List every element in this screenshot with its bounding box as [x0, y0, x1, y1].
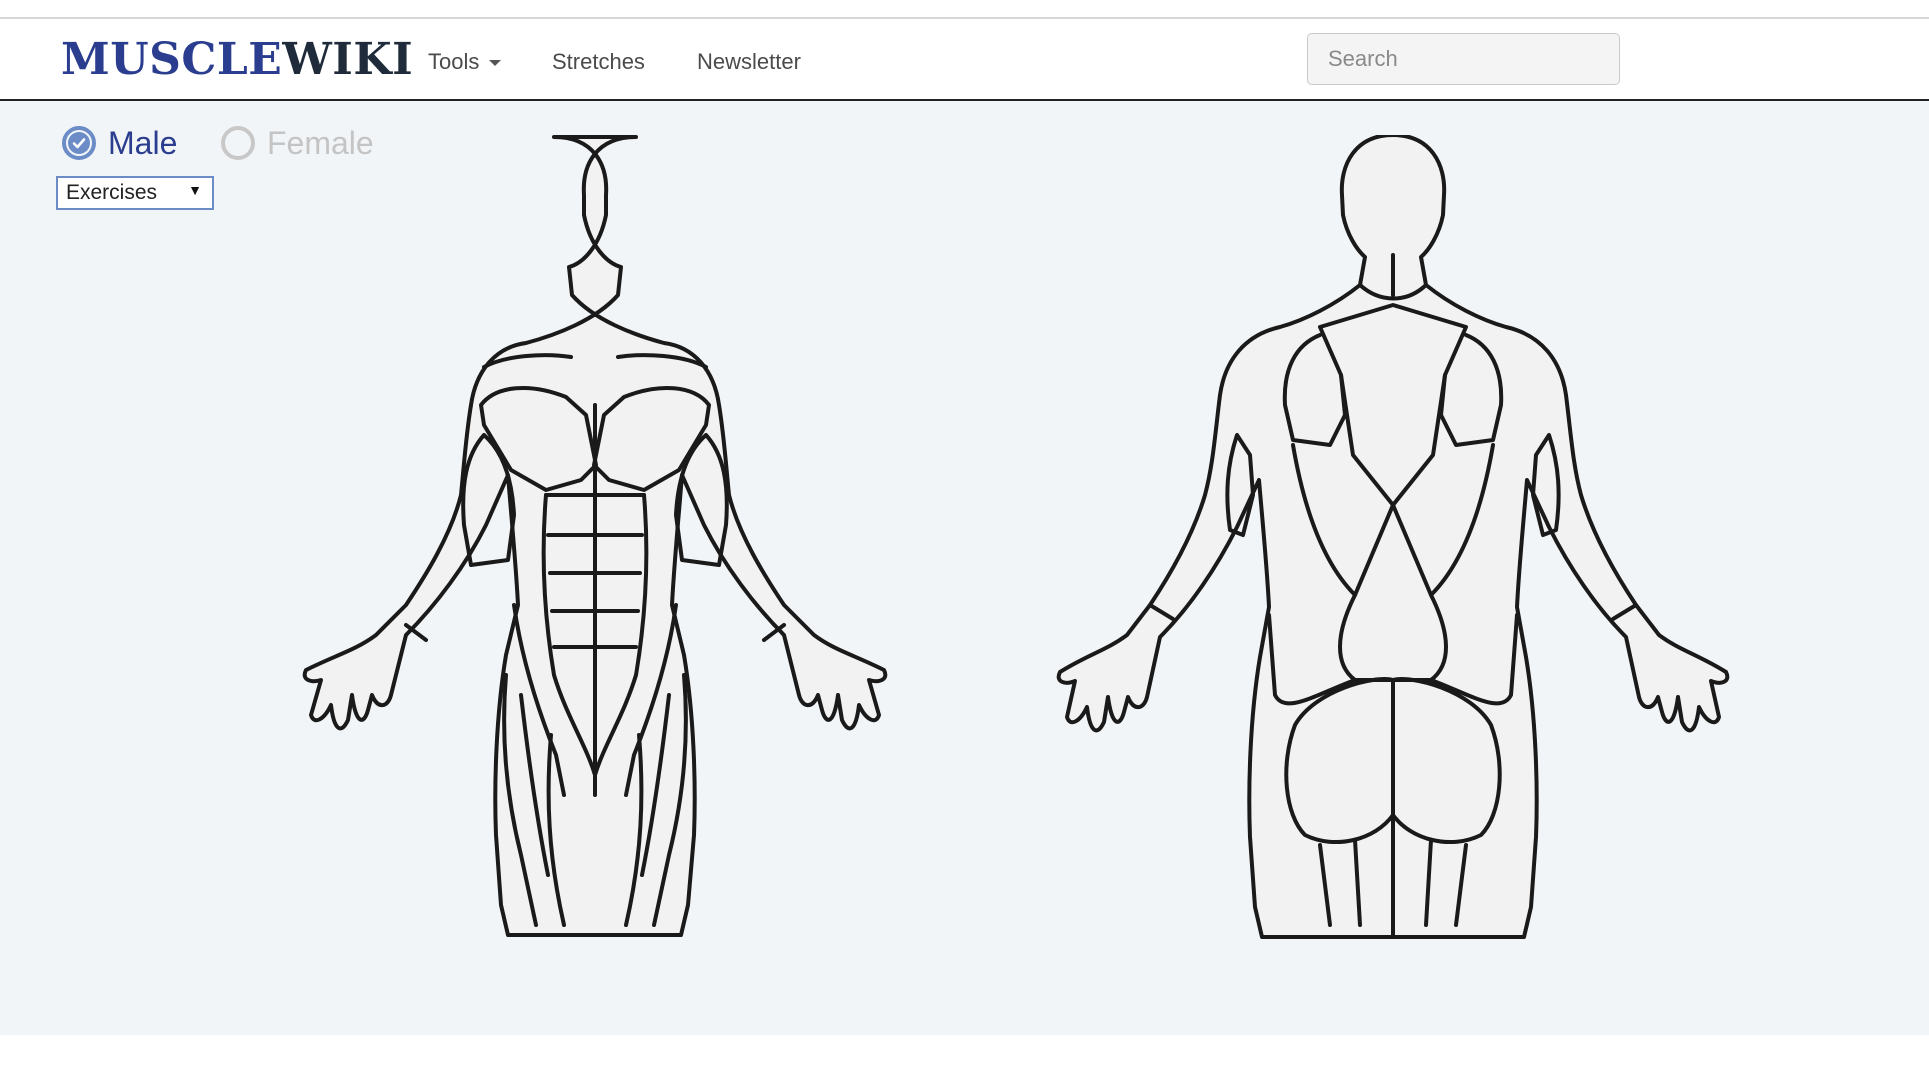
mode-select-value: Exercises — [66, 181, 158, 204]
body-front-figure — [302, 135, 888, 937]
caret-down-icon — [489, 60, 502, 67]
logo-part-wiki: WIKI — [282, 34, 414, 85]
empty-circle-icon — [221, 126, 255, 160]
muscle-map-area: Male Female Exercises ▼ — [0, 101, 1929, 1035]
search-input[interactable] — [1307, 33, 1620, 85]
gender-male-label: Male — [108, 125, 178, 161]
nav-tools-label: Tools — [428, 49, 480, 74]
navbar: MUSCLEWIKI Tools Stretches Newsletter — [0, 19, 1929, 101]
gender-radio-male[interactable]: Male — [62, 123, 177, 163]
caret-down-icon: ▼ — [188, 182, 202, 198]
mode-select[interactable]: Exercises ▼ — [56, 176, 214, 210]
body-back-figure — [1056, 135, 1730, 939]
nav-newsletter-link[interactable]: Newsletter — [697, 48, 801, 76]
site-logo[interactable]: MUSCLEWIKI — [61, 37, 413, 83]
check-circle-icon — [62, 126, 96, 160]
nav-stretches-link[interactable]: Stretches — [552, 48, 645, 76]
nav-tools-dropdown[interactable]: Tools — [428, 48, 502, 76]
logo-part-muscle: MUSCLE — [61, 34, 283, 85]
